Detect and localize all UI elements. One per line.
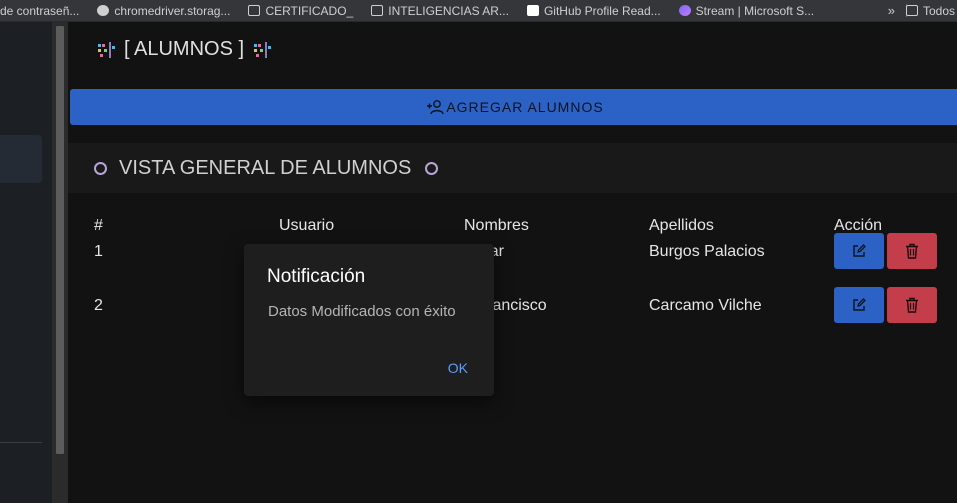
bookmark-item-inteligencias[interactable]: INTELIGENCIAS AR... [371,4,509,18]
edit-button[interactable] [834,233,884,269]
bookmark-label: INTELIGENCIAS AR... [388,3,509,18]
cell-surnames: Burgos Palacios [649,243,765,260]
col-header-user: Usuario [279,217,335,234]
trash-icon [906,297,918,313]
edit-icon [853,298,866,311]
ring-icon [94,161,107,175]
bookmark-item-passwords[interactable]: de contraseñ... [0,4,79,18]
stream-icon [678,5,691,16]
abacus-icon [96,40,116,60]
all-bookmarks-label: Todos [922,3,955,18]
github-icon [526,5,539,16]
sidebar-divider [0,442,42,443]
notification-dialog: Notificación Datos Modificados con éxito… [244,244,494,396]
col-header-names: Nombres [464,217,529,234]
table-row: 1 Omar Burgos Palacios [94,233,954,297]
trash-icon [906,243,918,259]
bookmark-label: Stream | Microsoft S... [695,3,815,18]
ring-icon [425,161,439,175]
scrollbar-thumb[interactable] [56,26,64,454]
bookmark-item-github[interactable]: GitHub Profile Read... [526,3,661,18]
cell-action [834,287,954,351]
bookmark-label: chromedriver.storag... [114,3,231,18]
abacus-icon [252,40,272,60]
table-row: 2 n Francisco Carcamo Vilche [94,287,954,351]
add-students-button[interactable]: AGREGAR ALUMNOS [70,89,957,125]
globe-icon [97,5,110,16]
col-header-surnames: Apellidos [649,217,714,234]
folder-icon [905,5,918,16]
sidebar-scrollbar[interactable] [52,22,68,503]
sidebar [0,22,52,503]
bookmark-label: GitHub Profile Read... [543,3,661,18]
folder-icon [248,5,261,16]
section-title: VISTA GENERAL DE ALUMNOS [119,156,412,179]
sidebar-active-item[interactable] [0,135,42,183]
dialog-ok-button[interactable]: OK [448,360,468,376]
edit-button[interactable] [834,287,884,323]
bookmarks-bar: de contraseñ... chromedriver.storag... C… [0,0,957,22]
main-content: [ ALUMNOS ] AGREGAR ALUMNOS VISTA GENERA… [68,22,957,503]
bookmark-item-certificado[interactable]: CERTIFICADO_ [248,4,353,18]
add-students-label: AGREGAR ALUMNOS [446,99,604,115]
bookmark-label: de contraseñ... [0,3,80,18]
bookmark-item-chromedriver[interactable]: chromedriver.storag... [97,4,230,18]
dialog-message: Datos Modificados con éxito [268,303,456,320]
page-header: [ ALUMNOS ] [96,38,272,61]
more-bookmarks-button[interactable]: » [888,3,895,18]
page-title: [ ALUMNOS ] [124,38,245,60]
table-header-row: # Usuario Nombres Apellidos Acción [94,217,954,243]
edit-icon [853,244,866,257]
user-plus-icon [427,100,445,115]
delete-button[interactable] [887,287,937,323]
delete-button[interactable] [887,233,937,269]
students-table: # Usuario Nombres Apellidos Acción 1 Oma… [94,217,954,351]
bookmark-label: CERTIFICADO_ [265,3,354,18]
dialog-title: Notificación [267,266,366,287]
folder-icon [371,5,384,16]
cell-surnames: Carcamo Vilche [649,297,762,314]
col-header-num: # [94,217,103,234]
section-header: VISTA GENERAL DE ALUMNOS [68,143,957,193]
bookmark-item-stream[interactable]: Stream | Microsoft S... [678,3,815,18]
all-bookmarks-button[interactable]: Todos [905,0,957,21]
